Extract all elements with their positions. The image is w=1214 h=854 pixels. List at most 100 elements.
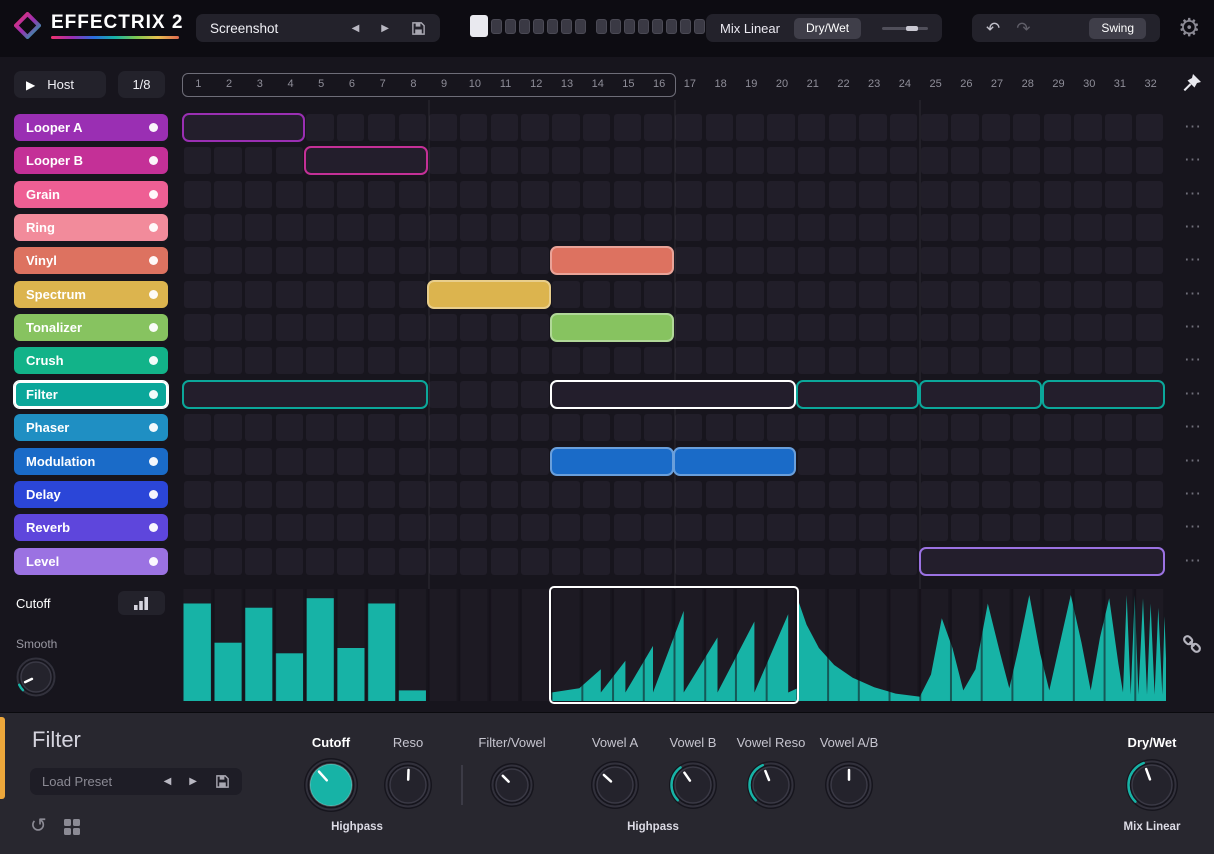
track-enable-dot[interactable]: [149, 356, 158, 366]
grid-cell[interactable]: [1043, 214, 1072, 242]
grid-cell[interactable]: [613, 147, 641, 175]
grid-cell[interactable]: [1105, 347, 1133, 375]
grid-cell[interactable]: [1105, 314, 1133, 342]
track-options-button[interactable]: ⋯: [1184, 452, 1202, 469]
grid-cell[interactable]: [459, 214, 488, 242]
grid-cell[interactable]: [337, 314, 365, 342]
grid-cell[interactable]: [920, 280, 949, 308]
grid-cell[interactable]: [982, 347, 1010, 375]
grid-cell[interactable]: [275, 314, 304, 342]
grid-cell[interactable]: [429, 447, 457, 475]
grid-cell[interactable]: [429, 480, 457, 508]
grid-cell[interactable]: [890, 447, 918, 475]
grid-cell[interactable]: [982, 180, 1010, 208]
grid-cell[interactable]: [214, 447, 242, 475]
grid-cell[interactable]: [890, 180, 918, 208]
block-looper-b[interactable]: [304, 146, 428, 176]
grid-cell[interactable]: [828, 347, 856, 375]
grid-cell[interactable]: [920, 514, 949, 542]
grid-cell[interactable]: [1074, 480, 1102, 508]
track-enable-dot[interactable]: [149, 489, 158, 499]
grid-cell[interactable]: [1135, 414, 1164, 442]
grid-cell[interactable]: [1074, 347, 1102, 375]
track-options-button[interactable]: ⋯: [1184, 418, 1202, 435]
grid-cell[interactable]: [367, 214, 396, 242]
grid-cell[interactable]: [429, 180, 457, 208]
track-enable-dot[interactable]: [149, 523, 158, 533]
grid-cell[interactable]: [1012, 347, 1041, 375]
grid-cell[interactable]: [797, 447, 826, 475]
grid-cell[interactable]: [859, 280, 887, 308]
grid-cell[interactable]: [951, 347, 979, 375]
grid-cell[interactable]: [214, 547, 242, 575]
grid-cell[interactable]: [337, 114, 365, 141]
pattern-slot-1[interactable]: [470, 15, 488, 37]
grid-cell[interactable]: [675, 114, 703, 141]
grid-cell[interactable]: [306, 414, 334, 442]
grid-cell[interactable]: [552, 147, 580, 175]
pattern-slot-7[interactable]: [561, 18, 572, 34]
grid-cell[interactable]: [1135, 247, 1164, 275]
host-sync-button[interactable]: Host: [47, 77, 74, 92]
grid-cell[interactable]: [1043, 114, 1072, 141]
grid-cell[interactable]: [1135, 514, 1164, 542]
grid-cell[interactable]: [951, 280, 979, 308]
grid-cell[interactable]: [736, 480, 764, 508]
grid-cell[interactable]: [306, 247, 334, 275]
grid-cell[interactable]: [582, 114, 611, 141]
grid-cell[interactable]: [613, 514, 641, 542]
grid-cell[interactable]: [1135, 447, 1164, 475]
grid-cell[interactable]: [890, 114, 918, 141]
grid-cell[interactable]: [920, 214, 949, 242]
grid-cell[interactable]: [644, 514, 672, 542]
knob-vowel-b[interactable]: [667, 759, 719, 811]
grid-cell[interactable]: [982, 280, 1010, 308]
grid-cell[interactable]: [890, 547, 918, 575]
grid-cell[interactable]: [828, 214, 856, 242]
grid-cell[interactable]: [951, 214, 979, 242]
grid-cell[interactable]: [1043, 314, 1072, 342]
grid-cell[interactable]: [1074, 114, 1102, 141]
grid-cell[interactable]: [1043, 247, 1072, 275]
grid-cell[interactable]: [183, 514, 211, 542]
grid-cell[interactable]: [306, 180, 334, 208]
grid-cell[interactable]: [859, 214, 887, 242]
pattern-slot-10[interactable]: [610, 18, 621, 34]
grid-cell[interactable]: [828, 514, 856, 542]
preset-prev-button[interactable]: ◀: [352, 23, 360, 34]
track-grain[interactable]: Grain: [14, 180, 168, 208]
grid-cell[interactable]: [920, 347, 949, 375]
grid-cell[interactable]: [214, 414, 242, 442]
grid-cell[interactable]: [1012, 247, 1041, 275]
grid-cell[interactable]: [398, 447, 426, 475]
settings-gear-icon[interactable]: ⚙: [1178, 13, 1200, 43]
grid-cell[interactable]: [736, 514, 764, 542]
pattern-slot-14[interactable]: [666, 18, 677, 34]
track-enable-dot[interactable]: [149, 223, 158, 233]
grid-cell[interactable]: [429, 514, 457, 542]
grid-cell[interactable]: [214, 214, 242, 242]
grid-cell[interactable]: [705, 314, 734, 342]
grid-cell[interactable]: [306, 547, 334, 575]
knob-reso[interactable]: [382, 759, 434, 811]
grid-cell[interactable]: [306, 214, 334, 242]
grid-cell[interactable]: [767, 114, 795, 141]
preset-next-button[interactable]: ▶: [381, 23, 389, 34]
grid-cell[interactable]: [705, 414, 734, 442]
grid-cell[interactable]: [951, 247, 979, 275]
grid-cell[interactable]: [552, 414, 580, 442]
grid-cell[interactable]: [890, 480, 918, 508]
grid-cell[interactable]: [337, 280, 365, 308]
grid-cell[interactable]: [1105, 247, 1133, 275]
effect-preset-name[interactable]: Load Preset: [42, 774, 146, 789]
track-options-button[interactable]: ⋯: [1184, 485, 1202, 502]
grid-cell[interactable]: [1074, 180, 1102, 208]
grid-cell[interactable]: [337, 180, 365, 208]
grid-cell[interactable]: [367, 314, 396, 342]
grid-cell[interactable]: [337, 414, 365, 442]
grid-cell[interactable]: [705, 547, 734, 575]
grid-cell[interactable]: [183, 180, 211, 208]
grid-cell[interactable]: [367, 280, 396, 308]
grid-cell[interactable]: [767, 280, 795, 308]
grid-cell[interactable]: [767, 314, 795, 342]
